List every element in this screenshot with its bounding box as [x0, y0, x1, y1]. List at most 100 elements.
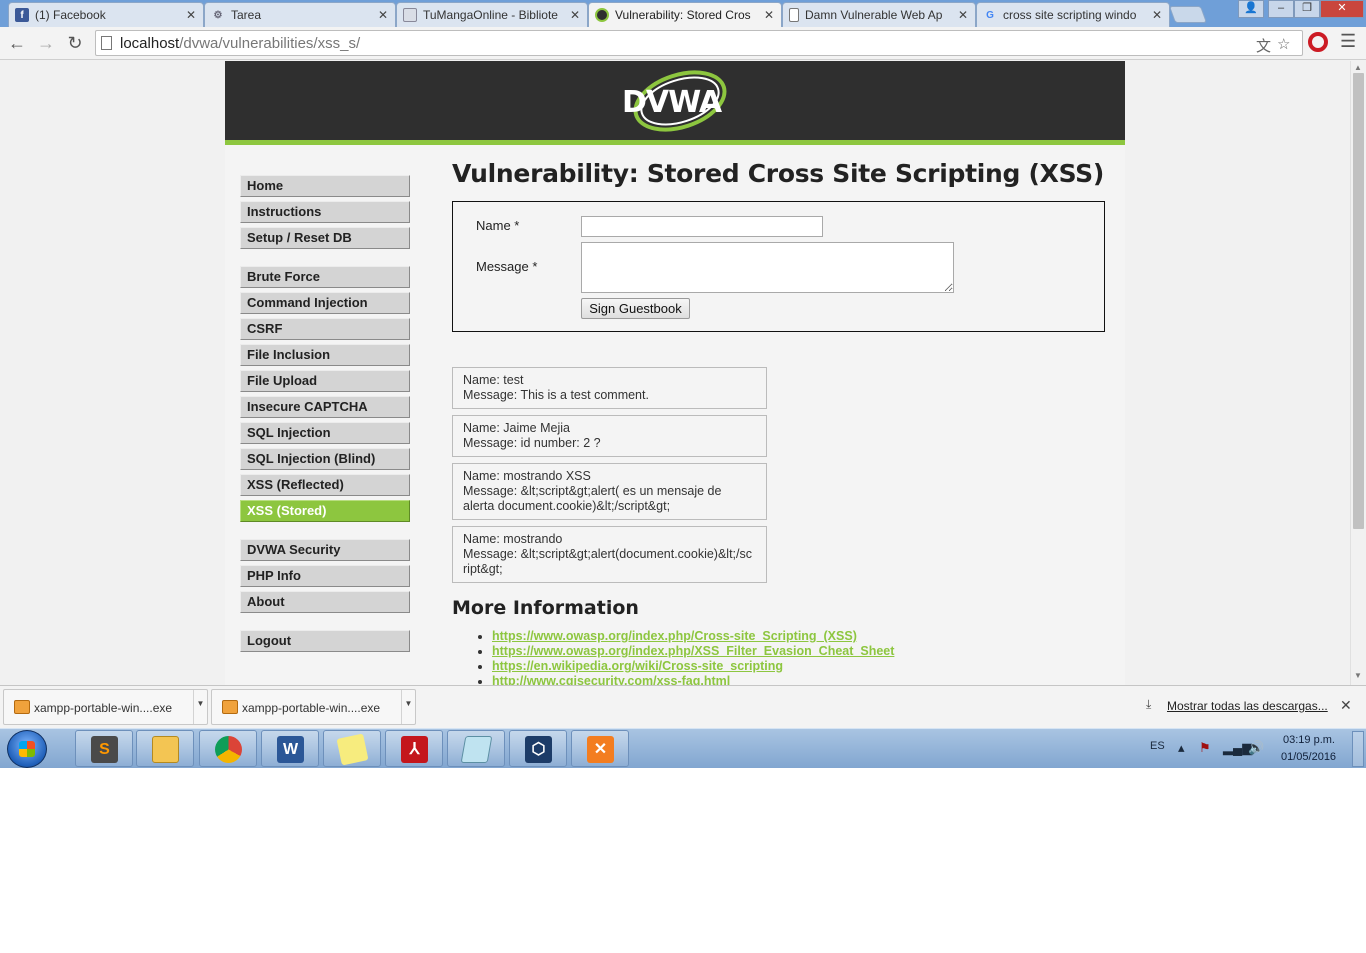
- facebook-icon: f: [15, 8, 29, 22]
- virtualbox-icon: ⬡: [525, 736, 552, 763]
- menu-item-setup-reset-db[interactable]: Setup / Reset DB: [240, 227, 410, 249]
- download-filename: xampp-portable-win....exe: [242, 701, 381, 715]
- page-icon: [789, 8, 799, 22]
- menu-item-sql-injection-blind[interactable]: SQL Injection (Blind): [240, 448, 410, 470]
- xampp-icon: ✕: [587, 736, 614, 763]
- back-arrow-icon[interactable]: ←: [5, 31, 29, 55]
- menu-item-home[interactable]: Home: [240, 175, 410, 197]
- menu-item-logout[interactable]: Logout: [240, 630, 410, 652]
- menu-item-xss-stored[interactable]: XSS (Stored): [240, 500, 410, 522]
- taskbar-app-sticky-notes[interactable]: [323, 730, 381, 767]
- tab-facebook[interactable]: f (1) Facebook ✕: [8, 2, 204, 27]
- menu-item-instructions[interactable]: Instructions: [240, 201, 410, 223]
- entry-name: Name: test: [463, 373, 524, 387]
- menu-item-sql-injection[interactable]: SQL Injection: [240, 422, 410, 444]
- menu-item-xss-reflected[interactable]: XSS (Reflected): [240, 474, 410, 496]
- page-info-icon[interactable]: [101, 36, 112, 50]
- show-hidden-icons-icon[interactable]: ▴: [1178, 740, 1185, 756]
- cgisecurity-xss-faq-link[interactable]: http://www.cgisecurity.com/xss-faq.html: [492, 674, 730, 685]
- menu-item-file-upload[interactable]: File Upload: [240, 370, 410, 392]
- menu-item-insecure-captcha[interactable]: Insecure CAPTCHA: [240, 396, 410, 418]
- more-information-links: https://www.owasp.org/index.php/Cross-si…: [492, 629, 1112, 685]
- message-textarea[interactable]: [581, 242, 954, 293]
- download-icon: ⤓: [1146, 697, 1152, 711]
- owasp-xss-link[interactable]: https://www.owasp.org/index.php/Cross-si…: [492, 629, 857, 643]
- dvwa-side-menu: Home Instructions Setup / Reset DB Brute…: [240, 175, 410, 669]
- language-indicator[interactable]: ES: [1150, 740, 1165, 752]
- tab-dvwa-home[interactable]: Damn Vulnerable Web Ap ✕: [782, 2, 976, 27]
- close-tab-icon[interactable]: ✕: [569, 8, 581, 22]
- sticky-notes-icon: [336, 733, 369, 766]
- show-desktop-button[interactable]: [1352, 731, 1364, 767]
- user-profile-icon[interactable]: 👤: [1238, 0, 1264, 18]
- bookmark-star-icon[interactable]: ☆: [1277, 35, 1290, 53]
- chevron-down-icon[interactable]: ▼: [401, 690, 415, 724]
- sublime-text-icon: S: [91, 736, 118, 763]
- owasp-xss-filter-evasion-link[interactable]: https://www.owasp.org/index.php/XSS_Filt…: [492, 644, 894, 658]
- guestbook-entry: Name: Jaime Mejia Message: id number: 2 …: [452, 415, 767, 457]
- tab-title: (1) Facebook: [35, 8, 106, 22]
- new-tab-button[interactable]: [1168, 6, 1208, 23]
- start-button[interactable]: [7, 730, 47, 768]
- tab-tarea[interactable]: ⚙ Tarea ✕: [204, 2, 396, 27]
- download-item[interactable]: xampp-portable-win....exe ▼: [211, 689, 416, 725]
- menu-block-general: Home Instructions Setup / Reset DB: [240, 175, 410, 249]
- forward-arrow-icon[interactable]: →: [34, 31, 58, 55]
- clock-time[interactable]: 03:19 p.m.: [1283, 734, 1335, 746]
- minimize-button[interactable]: –: [1268, 0, 1294, 18]
- menu-item-file-inclusion[interactable]: File Inclusion: [240, 344, 410, 366]
- close-icon[interactable]: ✕: [1340, 697, 1352, 714]
- close-tab-icon[interactable]: ✕: [957, 8, 969, 22]
- translate-icon[interactable]: ⽂: [1256, 35, 1271, 56]
- wikipedia-xss-link[interactable]: https://en.wikipedia.org/wiki/Cross-site…: [492, 659, 783, 673]
- menu-item-brute-force[interactable]: Brute Force: [240, 266, 410, 288]
- taskbar-app-xampp[interactable]: ✕: [571, 730, 629, 767]
- scroll-up-arrow-icon[interactable]: ▲: [1354, 63, 1362, 72]
- sign-guestbook-button[interactable]: Sign Guestbook: [581, 298, 690, 319]
- volume-icon[interactable]: 🔊: [1248, 740, 1264, 756]
- close-tab-icon[interactable]: ✕: [377, 8, 389, 22]
- close-window-button[interactable]: ✕: [1320, 0, 1364, 18]
- entry-name: Name: mostrando XSS: [463, 469, 591, 483]
- page-scrollbar[interactable]: ▲ ▼: [1350, 61, 1366, 685]
- windows-logo-icon: [19, 741, 35, 757]
- action-center-icon[interactable]: ⚑: [1199, 740, 1211, 756]
- menu-block-settings: DVWA Security PHP Info About: [240, 539, 410, 613]
- taskbar-app-word[interactable]: W: [261, 730, 319, 767]
- browser-tab-strip: f (1) Facebook ✕ ⚙ Tarea ✕ TuMangaOnline…: [0, 0, 1366, 27]
- scrollbar-thumb[interactable]: [1353, 73, 1364, 529]
- menu-item-command-injection[interactable]: Command Injection: [240, 292, 410, 314]
- taskbar-app-chrome[interactable]: [199, 730, 257, 767]
- scroll-down-arrow-icon[interactable]: ▼: [1354, 671, 1362, 680]
- taskbar-app-notepad[interactable]: [447, 730, 505, 767]
- menu-item-php-info[interactable]: PHP Info: [240, 565, 410, 587]
- url-path: /dvwa/vulnerabilities/xss_s/: [179, 35, 361, 52]
- opera-extension-icon[interactable]: [1308, 32, 1328, 52]
- url-text: localhost/dvwa/vulnerabilities/xss_s/: [120, 35, 360, 52]
- clock-date[interactable]: 01/05/2016: [1281, 751, 1336, 763]
- entry-message: Message: id number: 2 ?: [463, 436, 601, 450]
- acrobat-icon: ⅄: [401, 736, 428, 763]
- chevron-down-icon[interactable]: ▼: [193, 690, 207, 724]
- taskbar-app-virtualbox[interactable]: ⬡: [509, 730, 567, 767]
- taskbar-app-acrobat[interactable]: ⅄: [385, 730, 443, 767]
- taskbar-app-sublime[interactable]: S: [75, 730, 133, 767]
- hamburger-menu-icon[interactable]: ☰: [1340, 31, 1356, 52]
- menu-item-csrf[interactable]: CSRF: [240, 318, 410, 340]
- download-item[interactable]: xampp-portable-win....exe ▼: [3, 689, 208, 725]
- address-bar[interactable]: localhost/dvwa/vulnerabilities/xss_s/ ⽂ …: [95, 30, 1303, 56]
- tab-vulnerability-stored-xss[interactable]: Vulnerability: Stored Cros ✕: [588, 2, 782, 27]
- taskbar-app-explorer[interactable]: [136, 730, 194, 767]
- restore-button[interactable]: ❐: [1294, 0, 1320, 18]
- tab-tumangaonline[interactable]: TuMangaOnline - Bibliote ✕: [396, 2, 588, 27]
- menu-block-logout: Logout: [240, 630, 410, 652]
- close-tab-icon[interactable]: ✕: [1151, 8, 1163, 22]
- menu-item-about[interactable]: About: [240, 591, 410, 613]
- show-all-downloads-link[interactable]: Mostrar todas las descargas...: [1167, 699, 1328, 713]
- close-tab-icon[interactable]: ✕: [185, 8, 197, 22]
- name-input[interactable]: [581, 216, 823, 237]
- tab-google-search[interactable]: G cross site scripting windo ✕: [976, 2, 1170, 27]
- menu-item-dvwa-security[interactable]: DVWA Security: [240, 539, 410, 561]
- reload-icon[interactable]: ↻: [63, 31, 87, 55]
- close-tab-icon[interactable]: ✕: [763, 8, 775, 22]
